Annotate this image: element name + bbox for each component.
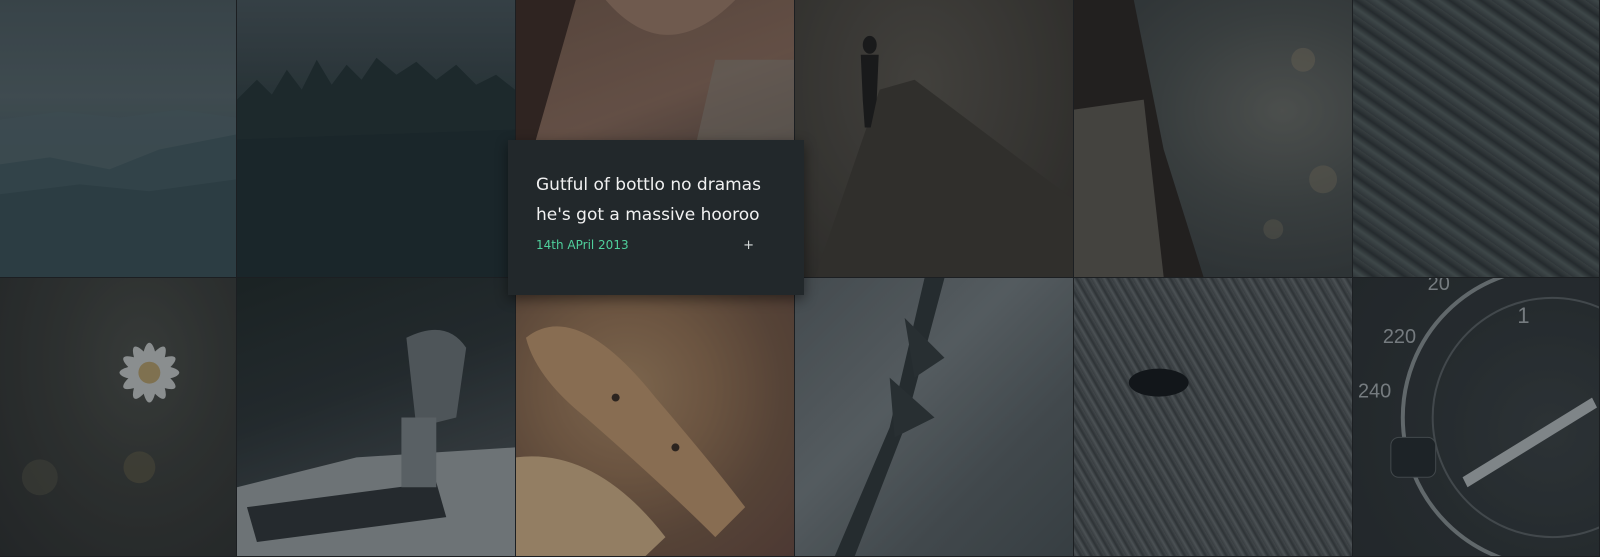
photo-tile-daisy[interactable] xyxy=(0,278,237,557)
photo-tile-rope[interactable] xyxy=(1353,0,1600,278)
photo-tile-road[interactable] xyxy=(795,0,1074,278)
gauge-label-220: 220 xyxy=(1383,326,1416,348)
featured-post-card[interactable]: Gutful of bottlo no dramas he's got a ma… xyxy=(508,140,804,295)
gauge-label-1: 1 xyxy=(1517,303,1529,328)
daisy-image xyxy=(21,342,180,496)
mountains-image xyxy=(0,109,236,277)
bird-image xyxy=(1128,368,1189,397)
gauge-label-240: 240 xyxy=(1358,381,1391,403)
photo-tile-bird[interactable] xyxy=(1074,278,1353,557)
expand-plus-icon[interactable]: + xyxy=(743,239,754,252)
photo-tile-forest[interactable] xyxy=(237,0,516,278)
photo-tile-plant[interactable] xyxy=(795,278,1074,557)
photo-tile-hair[interactable] xyxy=(1074,0,1353,278)
photo-tile-gauge[interactable]: 20 220 240 1 xyxy=(1353,278,1600,557)
plant-image xyxy=(834,278,945,556)
speedometer-image: 20 220 240 1 xyxy=(1358,278,1599,556)
food-image xyxy=(516,326,746,556)
post-title[interactable]: Gutful of bottlo no dramas he's got a ma… xyxy=(536,170,776,230)
forest-image xyxy=(237,57,515,277)
gear-shift-image xyxy=(237,329,515,556)
photo-tile-car[interactable] xyxy=(237,278,516,557)
photo-tile-hills[interactable] xyxy=(0,0,237,278)
post-date: 14th APril 2013 xyxy=(536,238,629,252)
gauge-label-20: 20 xyxy=(1428,278,1450,295)
road-image xyxy=(814,35,1073,277)
post-meta: 14th APril 2013 + xyxy=(536,238,754,252)
photo-tile-food[interactable] xyxy=(516,278,795,557)
hair-image xyxy=(1074,0,1338,277)
